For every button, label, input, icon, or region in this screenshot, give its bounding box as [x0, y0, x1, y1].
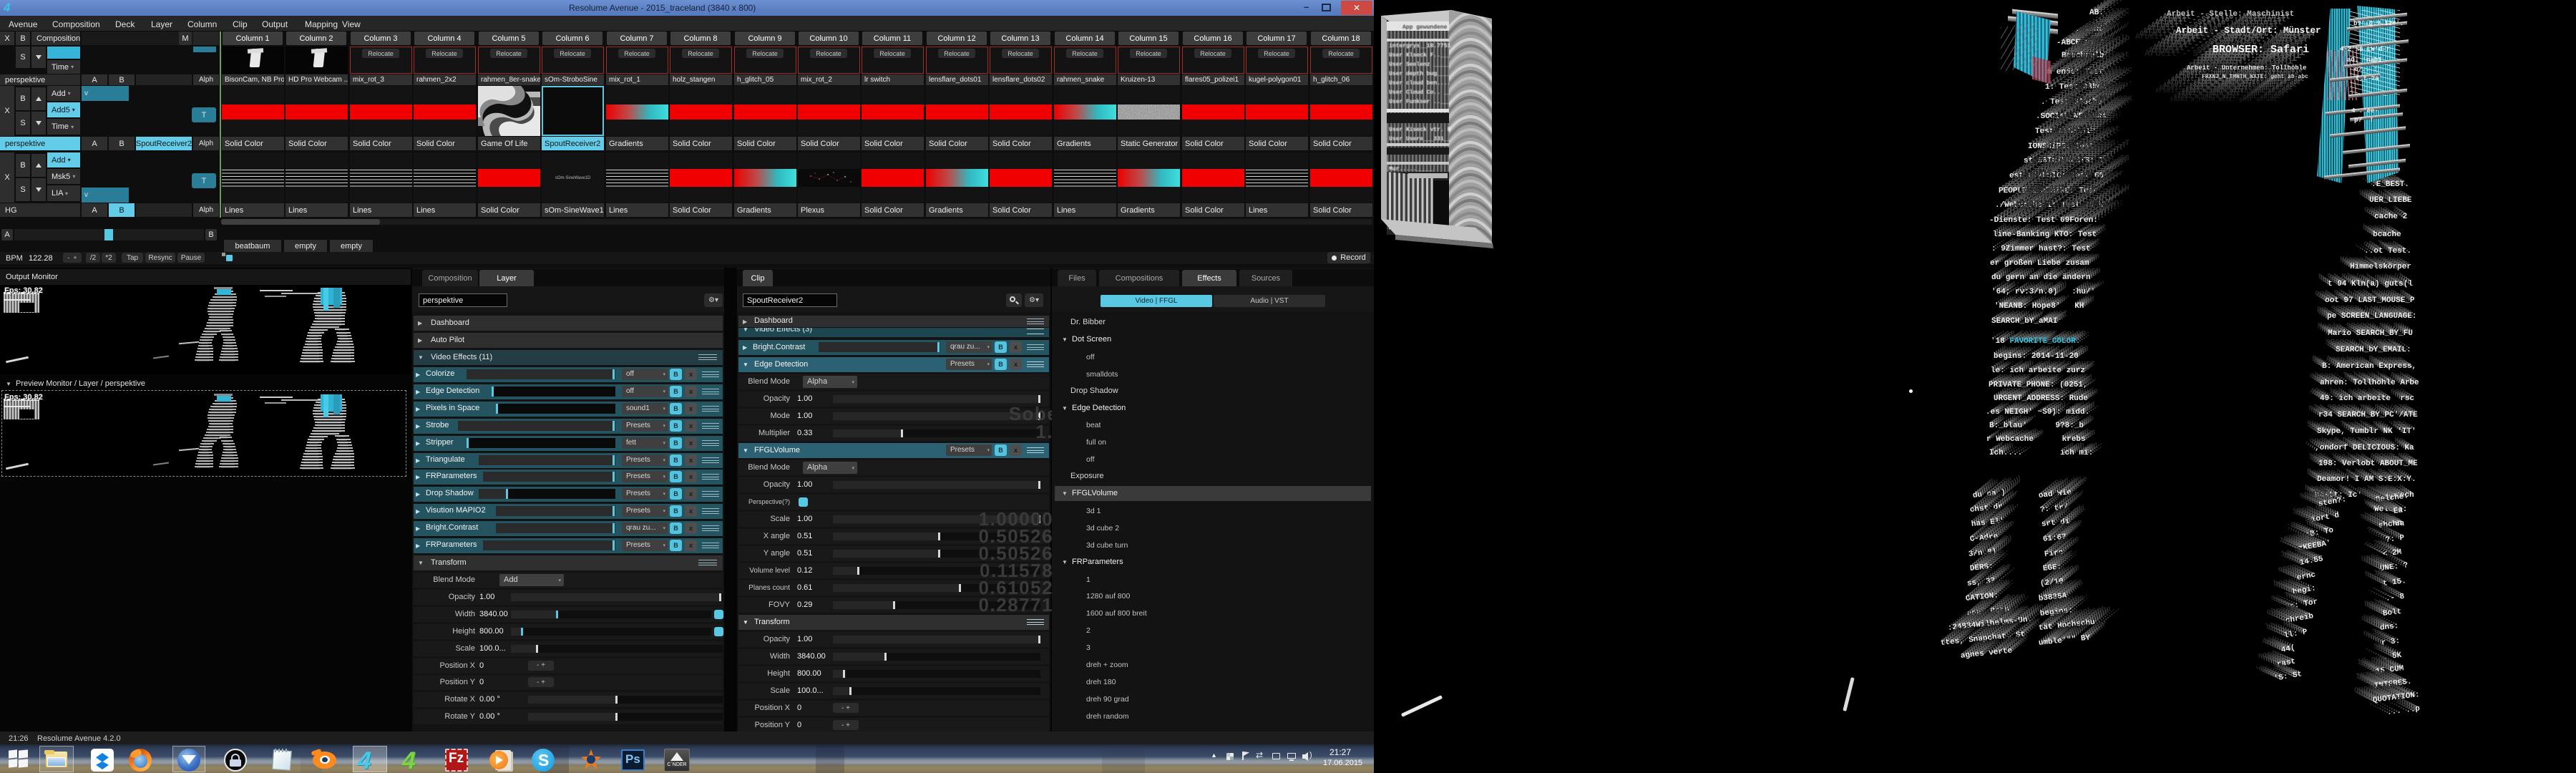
- svg-text:User cloud ben....: User cloud ben....: [1389, 80, 1450, 87]
- svg-text:Mur....._____: Mur....._____: [1389, 166, 1434, 172]
- svg-text:User Kiseck vtr. B: User Kiseck vtr. B: [1389, 127, 1451, 133]
- svg-text:App gewundene: App gewundene: [1402, 24, 1448, 31]
- svg-text:User Cloud Co.. __: User Cloud Co.. __: [1389, 89, 1451, 96]
- svg-text:User Klseck F..___: User Klseck F..___: [1389, 52, 1451, 59]
- svg-text:User Seelenz _____: User Seelenz _____: [1389, 62, 1451, 68]
- svg-text:User depth bug____: User depth bug____: [1389, 71, 1451, 77]
- svg-text:intergrys__18.7751: intergrys__18.7751: [1389, 43, 1451, 49]
- svg-text:User Funkser ..___: User Funkser ..___: [1389, 99, 1451, 105]
- svg-text:User Usere___331__: User Usere___331__: [1389, 136, 1451, 142]
